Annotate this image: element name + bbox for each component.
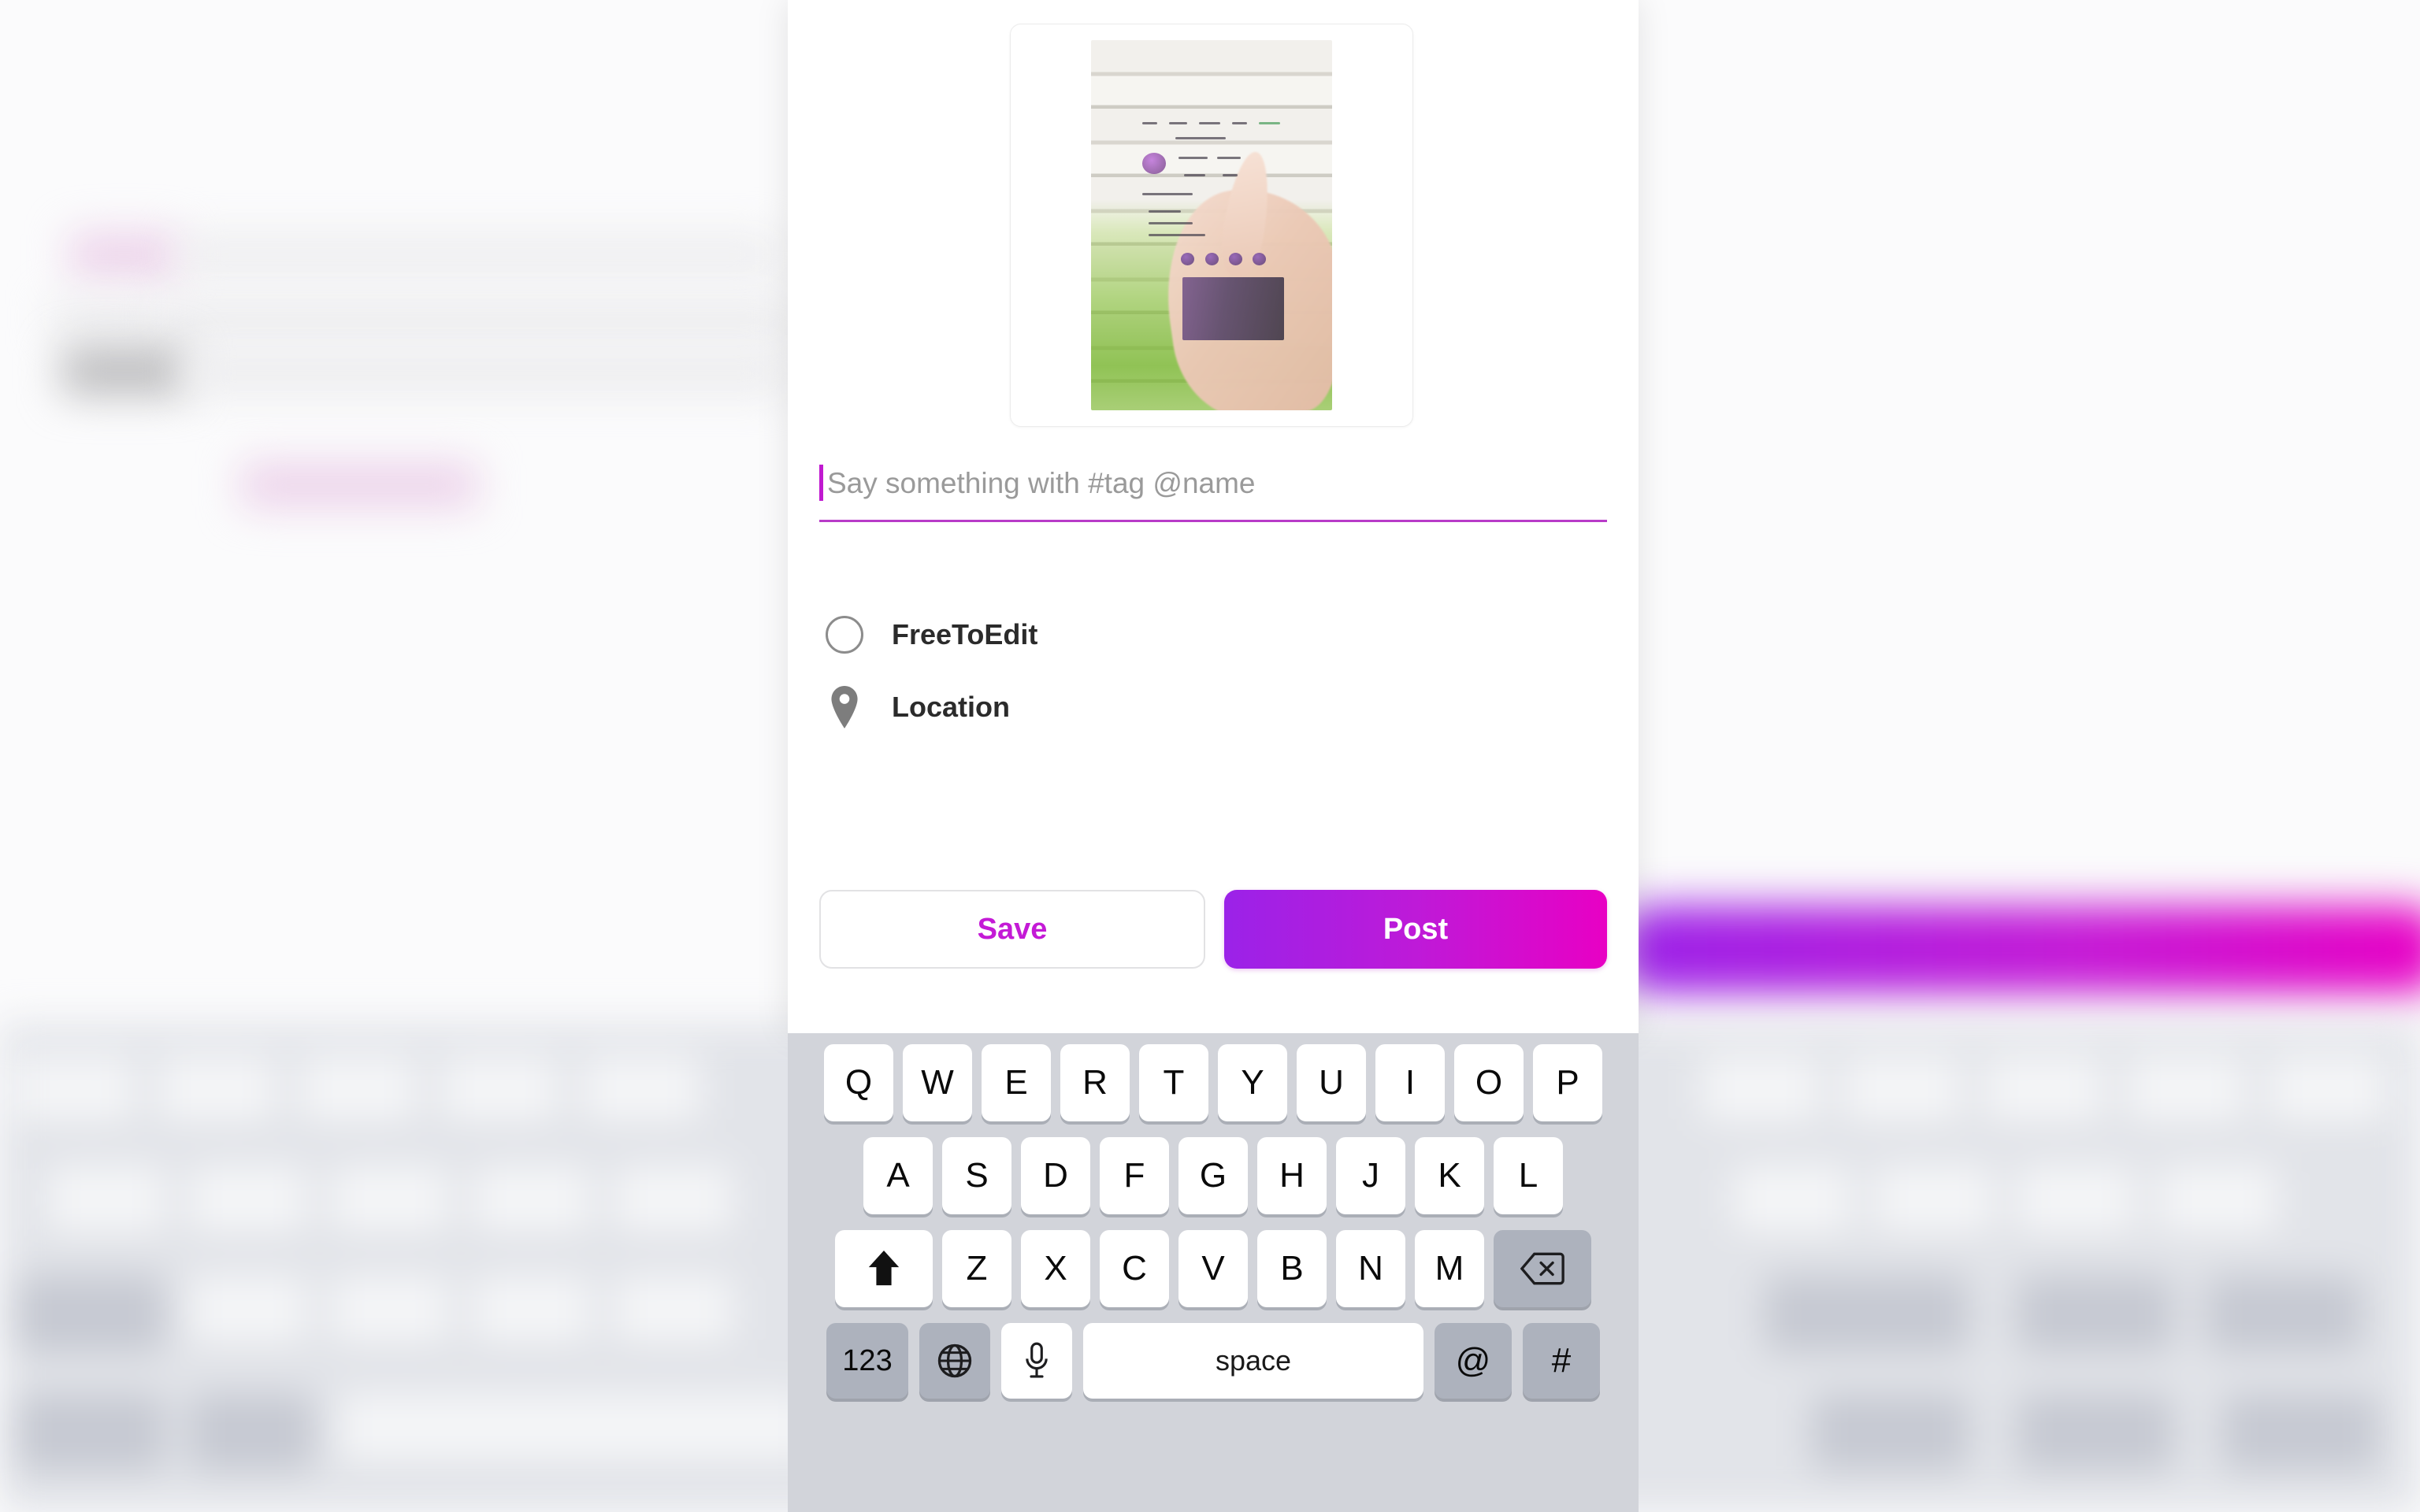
- key-p[interactable]: P: [1533, 1044, 1602, 1121]
- background-blurred-text-row: [187, 353, 786, 394]
- keyboard-row-4: 123 space @ #: [792, 1323, 1634, 1399]
- caption-input[interactable]: Say something with #tag @name: [819, 463, 1607, 504]
- caption-input-underline: [819, 520, 1607, 522]
- background-blurred-text-row: [50, 301, 161, 334]
- image-preview-card[interactable]: [1010, 24, 1413, 427]
- key-c[interactable]: C: [1100, 1230, 1169, 1307]
- key-x[interactable]: X: [1021, 1230, 1090, 1307]
- post-button[interactable]: Post: [1224, 890, 1607, 969]
- key-y[interactable]: Y: [1218, 1044, 1287, 1121]
- key-s[interactable]: S: [942, 1137, 1011, 1214]
- option-row-freetoedit[interactable]: FreeToEdit: [819, 598, 1607, 671]
- key-j[interactable]: J: [1336, 1137, 1405, 1214]
- save-button[interactable]: Save: [819, 890, 1205, 969]
- key-l[interactable]: L: [1494, 1137, 1563, 1214]
- backspace-delete-icon[interactable]: [1494, 1230, 1591, 1307]
- circle-radio-icon[interactable]: [826, 616, 863, 654]
- background-blurred-tag-pill: [69, 233, 180, 277]
- background-blurred-thumbnail: [61, 346, 187, 395]
- microphone-icon[interactable]: [1001, 1323, 1072, 1399]
- key-d[interactable]: D: [1021, 1137, 1090, 1214]
- background-blurred-text-row: [162, 299, 792, 340]
- keyboard-row-1: Q W E R T Y U I O P: [792, 1044, 1634, 1121]
- key-q[interactable]: Q: [824, 1044, 893, 1121]
- key-z[interactable]: Z: [942, 1230, 1011, 1307]
- key-r[interactable]: R: [1060, 1044, 1130, 1121]
- key-v[interactable]: V: [1178, 1230, 1248, 1307]
- background-blurred-highlight: [241, 463, 477, 507]
- option-label-location: Location: [892, 691, 1010, 723]
- key-m[interactable]: M: [1415, 1230, 1484, 1307]
- background-blurred-text-row: [180, 236, 778, 272]
- shift-arrow-icon[interactable]: [835, 1230, 933, 1307]
- post-thumbnail-image[interactable]: [1091, 40, 1332, 410]
- caption-input-wrapper[interactable]: Say something with #tag @name: [819, 463, 1607, 522]
- key-u[interactable]: U: [1297, 1044, 1366, 1121]
- post-composer-panel: Say something with #tag @name FreeToEdit…: [788, 0, 1639, 1033]
- key-g[interactable]: G: [1178, 1137, 1248, 1214]
- globe-language-icon[interactable]: [919, 1323, 990, 1399]
- key-i[interactable]: I: [1375, 1044, 1445, 1121]
- key-h[interactable]: H: [1257, 1137, 1327, 1214]
- key-w[interactable]: W: [903, 1044, 972, 1121]
- location-pin-icon[interactable]: [826, 686, 863, 728]
- key-hash[interactable]: #: [1523, 1323, 1600, 1399]
- key-e[interactable]: E: [982, 1044, 1051, 1121]
- action-buttons-row: Save Post: [819, 890, 1607, 969]
- key-a[interactable]: A: [863, 1137, 933, 1214]
- key-space[interactable]: space: [1083, 1323, 1423, 1399]
- option-label-freetoedit: FreeToEdit: [892, 618, 1038, 650]
- key-b[interactable]: B: [1257, 1230, 1327, 1307]
- key-k[interactable]: K: [1415, 1137, 1484, 1214]
- key-f[interactable]: F: [1100, 1137, 1169, 1214]
- background-blurred-post-button: [1623, 906, 2420, 994]
- thumbnail-inner-photo: [1182, 276, 1284, 340]
- key-numbers-123[interactable]: 123: [826, 1323, 908, 1399]
- key-n[interactable]: N: [1336, 1230, 1405, 1307]
- key-o[interactable]: O: [1454, 1044, 1524, 1121]
- options-list: FreeToEdit Location: [819, 598, 1607, 743]
- option-row-location[interactable]: Location: [819, 671, 1607, 743]
- onscreen-keyboard: Q W E R T Y U I O P A S D F G H J K L Z …: [788, 1033, 1639, 1512]
- keyboard-row-2: A S D F G H J K L: [792, 1137, 1634, 1214]
- key-t[interactable]: T: [1139, 1044, 1208, 1121]
- text-cursor-caret: [819, 465, 823, 501]
- keyboard-row-3: Z X C V B N M: [792, 1230, 1634, 1307]
- key-at[interactable]: @: [1435, 1323, 1512, 1399]
